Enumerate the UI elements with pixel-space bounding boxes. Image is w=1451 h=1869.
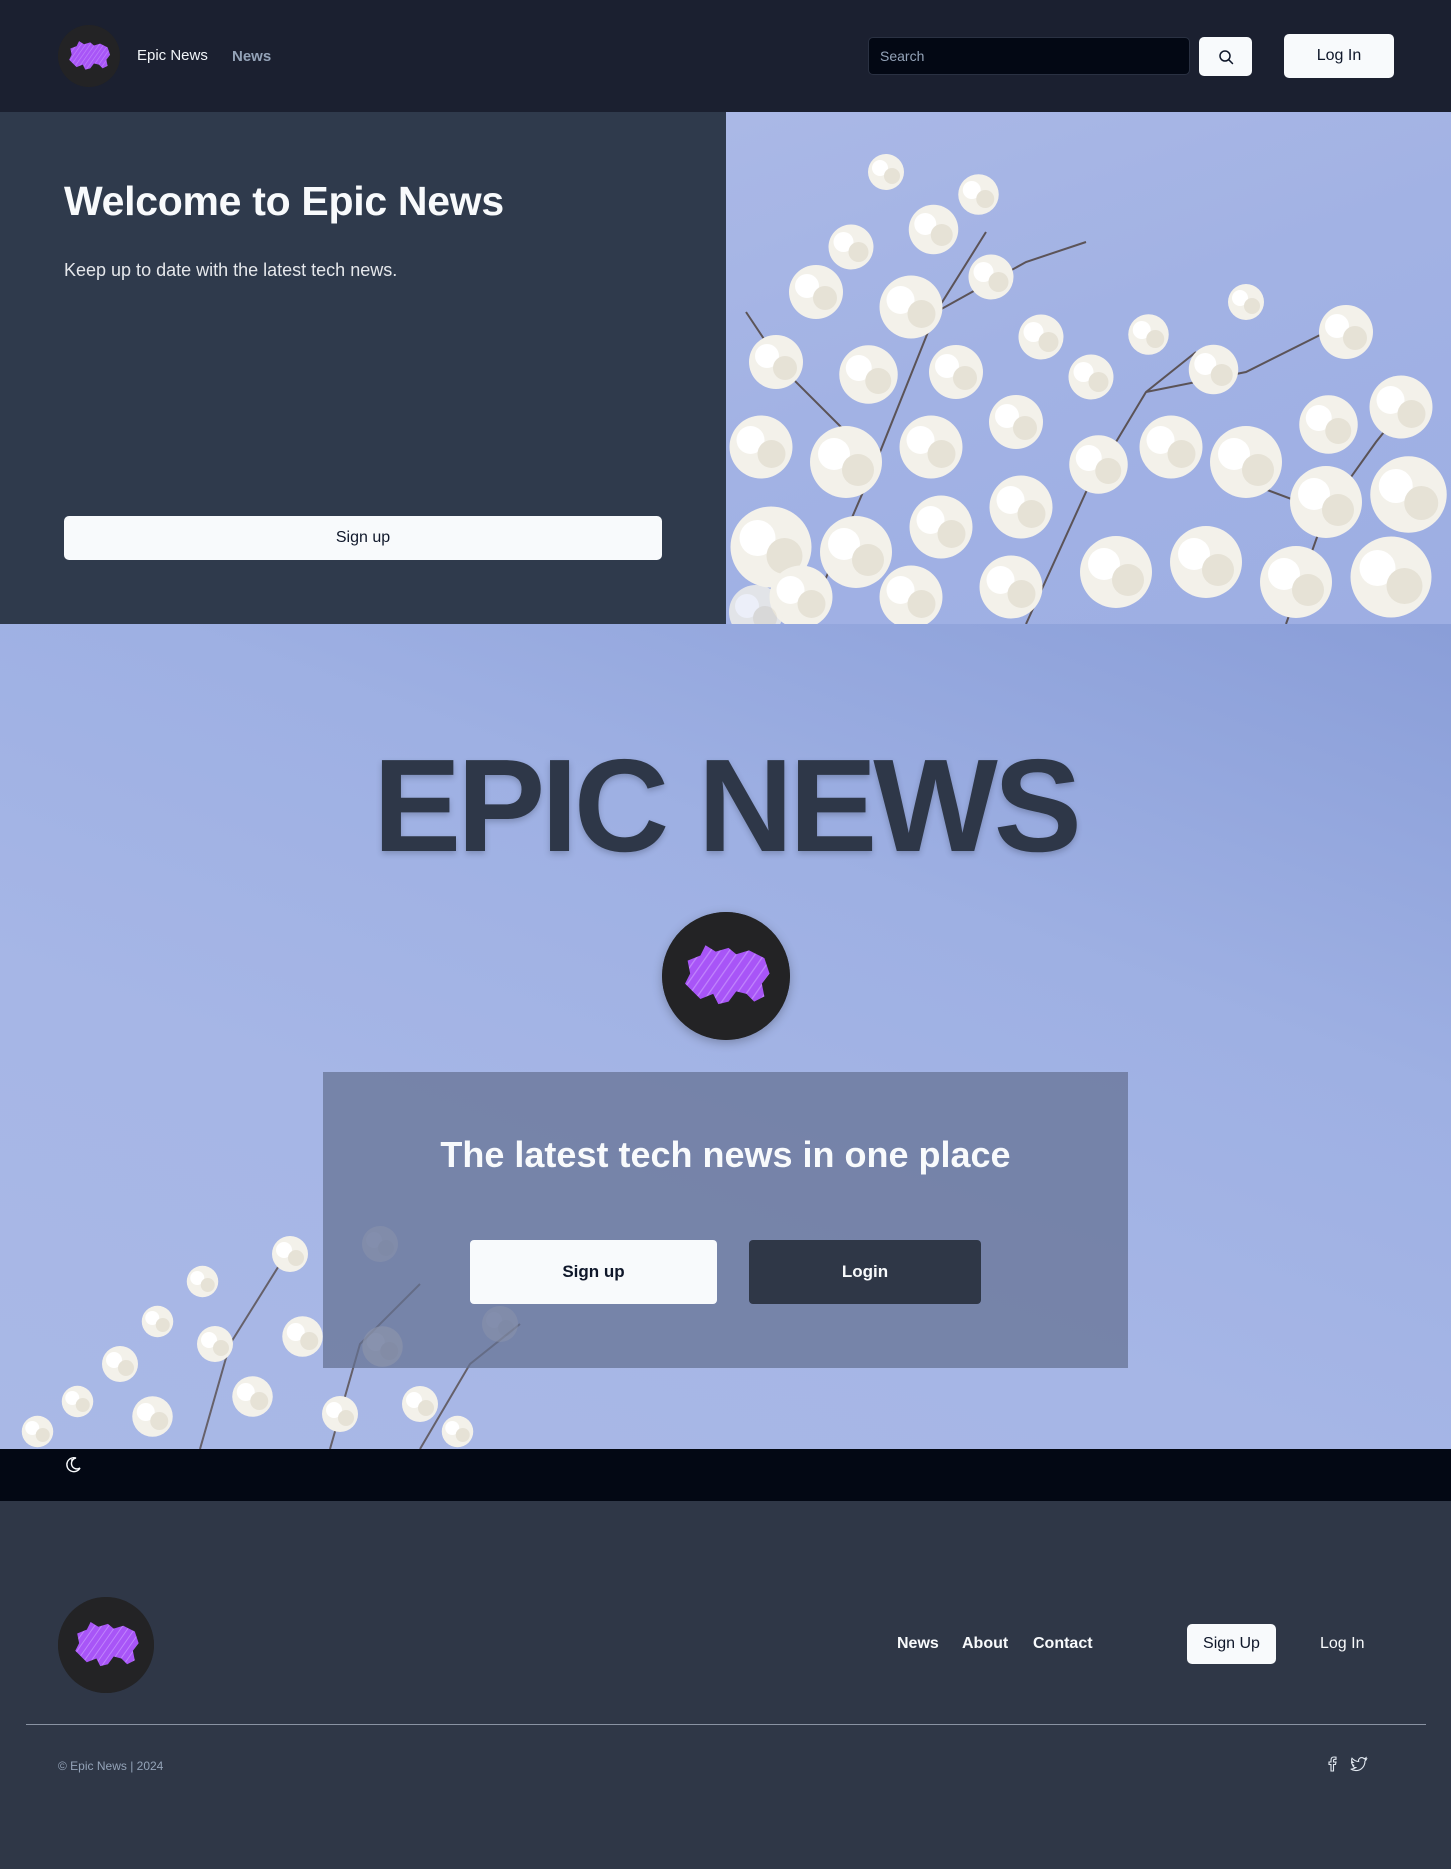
copyright-text: © Epic News | 2024 (58, 1759, 164, 1773)
footer-link-news[interactable]: News (897, 1635, 939, 1653)
logo-icon[interactable] (58, 25, 120, 87)
footer (0, 1501, 1451, 1869)
cta-card (323, 1072, 1128, 1368)
moon-icon (66, 1456, 81, 1473)
nav-link-news[interactable]: News (232, 48, 271, 65)
cta-heading: The latest tech news in one place (440, 1134, 1011, 1175)
search-input[interactable] (868, 37, 1190, 75)
hero-signup-button[interactable]: Sign up (64, 516, 662, 560)
blossom-photo (726, 112, 1451, 624)
logo-icon (662, 912, 790, 1040)
theme-bar (0, 1449, 1451, 1501)
facebook-icon (1328, 1756, 1337, 1772)
cta-login-button[interactable]: Login (749, 1240, 981, 1304)
facebook-link[interactable] (1323, 1755, 1341, 1773)
search-icon (1218, 49, 1233, 64)
banner-title: EPIC NEWS (373, 732, 1082, 879)
theme-toggle-button[interactable] (64, 1454, 84, 1474)
brand-name[interactable]: Epic News (137, 47, 208, 64)
footer-signup-button[interactable]: Sign Up (1187, 1624, 1276, 1664)
twitter-icon (1350, 1756, 1368, 1772)
search-button[interactable] (1199, 37, 1252, 76)
footer-link-contact[interactable]: Contact (1033, 1635, 1093, 1653)
footer-divider (26, 1724, 1426, 1725)
login-button[interactable]: Log In (1284, 34, 1394, 78)
hero-subtitle: Keep up to date with the latest tech new… (64, 260, 398, 280)
cta-signup-button[interactable]: Sign up (470, 1240, 717, 1304)
hero-title: Welcome to Epic News (64, 178, 504, 224)
logo-icon[interactable] (58, 1597, 154, 1693)
footer-login-link[interactable]: Log In (1320, 1635, 1364, 1653)
twitter-link[interactable] (1350, 1755, 1368, 1773)
footer-link-about[interactable]: About (962, 1635, 1008, 1653)
